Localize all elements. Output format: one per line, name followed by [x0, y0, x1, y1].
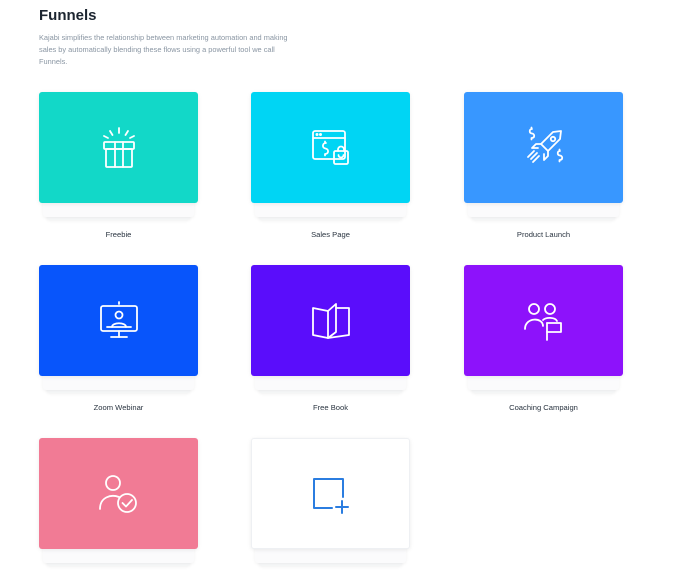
funnel-label-coaching-campaign: Coaching Campaign: [509, 403, 578, 412]
add-square-icon: [312, 477, 349, 514]
card-face: [39, 92, 198, 203]
coaching-people-flag-icon: [523, 302, 562, 341]
funnels-page: Funnels Kajabi simplifies the relationsh…: [0, 0, 700, 578]
funnel-label-sales-page: Sales Page: [311, 230, 350, 239]
user-check-icon: [98, 474, 137, 513]
card-face: [251, 92, 410, 203]
card-face: [464, 92, 623, 203]
funnel-label-free-book: Free Book: [312, 403, 349, 412]
card-face: [39, 438, 198, 549]
funnel-card-new[interactable]: [251, 438, 410, 566]
page-description: Kajabi simplifies the relationship betwe…: [39, 33, 288, 66]
funnel-card-coaching-campaign[interactable]: [464, 265, 623, 393]
funnel-label-product-launch: Product Launch: [516, 230, 571, 239]
card-face: [39, 265, 198, 376]
sales-page-icon: [311, 129, 349, 165]
funnel-card-sales-page[interactable]: [251, 92, 410, 220]
rocket-icon: [526, 126, 563, 163]
open-book-icon: [311, 302, 350, 339]
card-face: [464, 265, 623, 376]
gift-icon: [102, 126, 135, 168]
funnel-label-freebie: Freebie: [105, 230, 132, 239]
funnel-card-user-check[interactable]: [39, 438, 198, 566]
page-title: Funnels: [39, 7, 97, 24]
funnel-card-product-launch[interactable]: [464, 92, 623, 220]
card-face: [251, 438, 410, 549]
funnel-label-zoom-webinar: Zoom Webinar: [93, 403, 144, 412]
funnel-card-free-book[interactable]: [251, 265, 410, 393]
card-face: [251, 265, 410, 376]
funnel-card-freebie[interactable]: [39, 92, 198, 220]
funnel-card-zoom-webinar[interactable]: [39, 265, 198, 393]
webinar-monitor-icon: [99, 300, 138, 338]
